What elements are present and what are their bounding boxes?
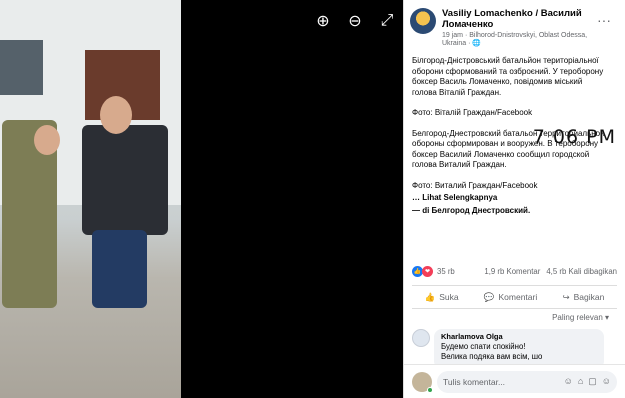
reaction-count: 35 rb bbox=[437, 266, 455, 276]
commenter-avatar[interactable] bbox=[412, 329, 430, 347]
post-actions: 👍 Suka 💬 Komentari ↪ Bagikan bbox=[412, 285, 617, 309]
share-icon: ↪ bbox=[562, 291, 570, 302]
write-comment-bar: Tulis komentar... ☺ ⌂ ▢ ☺ bbox=[404, 364, 625, 398]
window bbox=[0, 40, 43, 95]
photo bbox=[0, 0, 181, 398]
share-button[interactable]: ↪ Bagikan bbox=[563, 292, 605, 303]
man-jeans bbox=[92, 230, 147, 308]
man-jacket bbox=[82, 125, 168, 235]
comment-line-1: Будемо спати спокійно! bbox=[441, 342, 526, 351]
comment-item: Kharlamova Olga Будемо спати спокійно! В… bbox=[412, 329, 604, 369]
paragraph-4: Фото: Виталий Граждан/Facebook bbox=[412, 180, 538, 190]
location-link[interactable]: — di Белгород Днестровский. bbox=[412, 206, 609, 217]
zoom-in-icon[interactable]: ⊕ bbox=[314, 12, 332, 30]
sticker-icon[interactable]: ☺ bbox=[602, 376, 611, 387]
author-avatar[interactable] bbox=[410, 8, 436, 34]
comment-sort-dropdown[interactable]: Paling relevan ▾ bbox=[552, 313, 609, 322]
share-count[interactable]: 4,5 rb Kali dibagikan bbox=[546, 267, 617, 276]
paragraph-2: Фото: Віталій Граждан/Facebook bbox=[412, 108, 533, 117]
camera-icon[interactable]: ⌂ bbox=[578, 376, 583, 387]
post-stats: 👍 ❤ 35 rb 1,9 rb Komentar 4,5 rb Kali di… bbox=[412, 262, 617, 280]
more-options-icon[interactable]: ··· bbox=[597, 12, 611, 28]
like-button[interactable]: 👍 Suka bbox=[425, 292, 459, 303]
photo-viewer: ⊕ ⊖ ⤢ 7 06 PM Vasiliy Lomachenko / Васил… bbox=[0, 0, 625, 398]
stats-right: 1,9 rb Komentar 4,5 rb Kali dibagikan bbox=[484, 267, 617, 276]
see-more-link[interactable]: … Lihat Selengkapnya bbox=[412, 193, 609, 204]
zoom-out-icon[interactable]: ⊖ bbox=[346, 12, 364, 30]
post-meta: 19 jam · Bilhorod-Dnistrovskyi, Oblast O… bbox=[442, 32, 588, 47]
post-panel: Vasiliy Lomachenko / Василий Ломаченко 1… bbox=[403, 0, 625, 398]
man-head bbox=[100, 96, 132, 134]
gif-icon[interactable]: ▢ bbox=[588, 376, 597, 387]
user-avatar[interactable] bbox=[412, 371, 433, 393]
online-dot bbox=[427, 386, 433, 393]
commenter-name[interactable]: Kharlamova Olga bbox=[441, 332, 597, 342]
comment-input[interactable]: Tulis komentar... ☺ ⌂ ▢ ☺ bbox=[437, 370, 617, 393]
emoji-icon[interactable]: ☺ bbox=[564, 376, 573, 387]
fullscreen-icon[interactable]: ⤢ bbox=[378, 12, 396, 30]
author-name[interactable]: Vasiliy Lomachenko / Василий Ломаченко bbox=[442, 8, 612, 30]
love-reaction-icon: ❤ bbox=[422, 265, 433, 277]
comment-bubble: Kharlamova Olga Будемо спати спокійно! В… bbox=[434, 329, 604, 369]
soldier-head bbox=[34, 125, 60, 155]
overlay-time: 7 06 PM bbox=[532, 126, 616, 148]
comment-count[interactable]: 1,9 rb Komentar bbox=[484, 267, 540, 276]
reactions[interactable]: 👍 ❤ 35 rb bbox=[412, 265, 455, 277]
comment-line-2: Велика подяка вам всім, шо bbox=[441, 352, 543, 361]
paragraph-1: Білгород-Дністровський батальйон територ… bbox=[412, 56, 604, 97]
like-icon: 👍 bbox=[424, 291, 436, 302]
photo-area bbox=[0, 0, 403, 398]
comment-button[interactable]: 💬 Komentari bbox=[484, 292, 537, 303]
comment-tools: ☺ ⌂ ▢ ☺ bbox=[564, 376, 611, 387]
post-header: Vasiliy Lomachenko / Василий Ломаченко 1… bbox=[404, 0, 625, 48]
comment-icon: 💬 bbox=[483, 291, 495, 302]
viewer-toolbar: ⊕ ⊖ ⤢ bbox=[314, 12, 396, 30]
